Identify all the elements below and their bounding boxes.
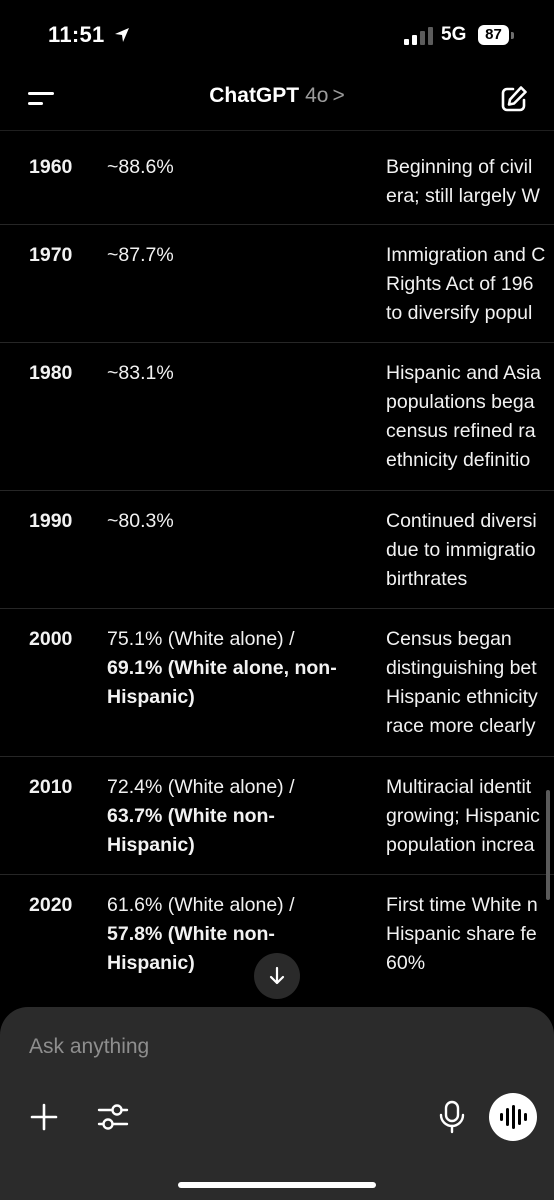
year-cell: 1990 — [29, 510, 73, 532]
table-row: 1970 ~87.7% Immigration and C Rights Act… — [0, 225, 554, 343]
table-row: 1980 ~83.1% Hispanic and Asia population… — [0, 343, 554, 491]
scrollbar[interactable] — [546, 790, 550, 900]
battery-level: 87 — [485, 26, 502, 43]
share-bold-text: 69.1% (White alone, non-Hispanic) — [107, 657, 337, 708]
model-switcher[interactable]: ChatGPT 4o > — [0, 84, 554, 108]
app-title: ChatGPT — [209, 84, 300, 107]
year-cell: 2020 — [29, 894, 73, 916]
plus-icon[interactable] — [30, 1103, 58, 1131]
note-cell: Hispanic and Asia populations bega censu… — [386, 362, 542, 471]
table-row: 2000 75.1% (White alone) / 69.1% (White … — [0, 609, 554, 757]
year-cell: 1960 — [29, 156, 73, 178]
share-cell: ~87.7% — [107, 244, 174, 266]
share-bold-text: 63.7% (White non-Hispanic) — [107, 805, 275, 856]
table-row: 2010 72.4% (White alone) / 63.7% (White … — [0, 757, 554, 875]
network-type: 5G — [441, 24, 467, 45]
arrow-down-icon — [269, 966, 285, 985]
sliders-icon[interactable] — [96, 1101, 130, 1133]
voice-mode-button[interactable] — [489, 1093, 537, 1141]
year-cell: 1980 — [29, 362, 73, 384]
new-chat-icon[interactable] — [499, 84, 529, 114]
microphone-icon[interactable] — [438, 1100, 466, 1134]
model-name: 4o — [305, 84, 329, 107]
voice-waveform-icon — [500, 1105, 527, 1129]
status-bar: 11:51 5G 87 — [0, 0, 554, 70]
share-cell: ~83.1% — [107, 362, 174, 384]
home-indicator[interactable] — [178, 1182, 376, 1188]
message-input[interactable]: Ask anything — [29, 1035, 149, 1059]
chevron-right-icon: > — [332, 84, 345, 107]
location-arrow-icon — [115, 28, 129, 42]
share-cell: ~88.6% — [107, 156, 174, 178]
signal-strength-icon — [404, 27, 433, 45]
year-cell: 2000 — [29, 628, 73, 650]
share-cell: ~80.3% — [107, 510, 174, 532]
table-row: 1990 ~80.3% Continued diversi due to imm… — [0, 491, 554, 609]
year-cell: 1970 — [29, 244, 73, 266]
battery-icon: 87 — [478, 25, 514, 45]
composer: Ask anything — [0, 1007, 554, 1200]
share-cell: 75.1% (White alone) / 69.1% (White alone… — [107, 625, 377, 712]
year-cell: 2010 — [29, 776, 73, 798]
scroll-to-bottom-button[interactable] — [254, 953, 300, 999]
note-cell: First time White n Hispanic share fe 60% — [386, 894, 538, 974]
share-cell: 61.6% (White alone) / 57.8% (White non-H… — [107, 891, 377, 978]
app-header: ChatGPT 4o > — [0, 70, 554, 131]
note-cell: Continued diversi due to immigratio birt… — [386, 510, 537, 590]
status-time: 11:51 — [48, 22, 105, 47]
data-table: 1960 ~88.6% Beginning of civil era; stil… — [0, 131, 554, 1011]
note-cell: Census began distinguishing bet Hispanic… — [386, 628, 538, 737]
note-cell: Multiracial identit growing; Hispanic po… — [386, 776, 540, 856]
note-cell: Beginning of civil era; still largely W — [386, 156, 540, 207]
table-row: 1960 ~88.6% Beginning of civil era; stil… — [0, 131, 554, 225]
share-cell: 72.4% (White alone) / 63.7% (White non-H… — [107, 773, 377, 860]
note-cell: Immigration and C Rights Act of 196 to d… — [386, 244, 546, 324]
